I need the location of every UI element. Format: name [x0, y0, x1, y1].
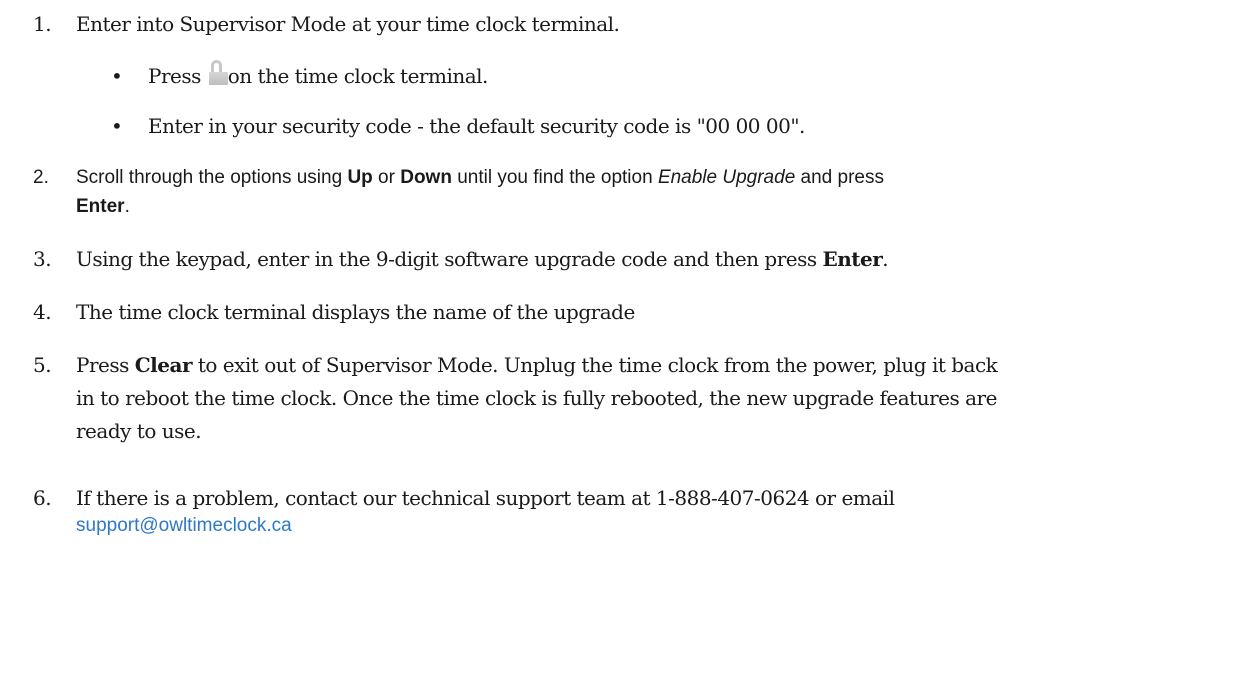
step-text: Scroll through the options using Up or D…: [76, 163, 1226, 221]
lock-icon: [208, 60, 228, 87]
step-text-part: Using the keypad, enter in the 9-digit s…: [76, 247, 823, 271]
step-text-part: Press: [76, 353, 135, 377]
step-text: Using the keypad, enter in the 9-digit s…: [76, 243, 1226, 276]
step-text: The time clock terminal displays the nam…: [76, 300, 635, 324]
step-text-part: to exit out of Supervisor Mode. Unplug t…: [192, 353, 998, 377]
bullet-text: Enter in your security code - the defaul…: [148, 114, 805, 138]
option-name: Enable Upgrade: [657, 167, 796, 188]
up-key-label: Up: [347, 167, 373, 188]
step-number: 5.: [33, 353, 52, 377]
bullet-text-after: on the time clock terminal.: [227, 64, 489, 88]
step-text-part: .: [124, 196, 130, 217]
support-email-link[interactable]: support@owltimeclock.ca: [76, 511, 1226, 540]
enter-key-label: Enter: [822, 247, 883, 271]
step-number: 1.: [33, 12, 52, 36]
bullet-text-before: Press: [148, 64, 207, 88]
bullet-marker: •: [111, 64, 123, 88]
instructions-document: 1. Enter into Supervisor Mode at your ti…: [0, 0, 1243, 694]
step-text: Enter into Supervisor Mode at your time …: [76, 12, 620, 36]
step-text-part: until you find the option: [451, 167, 658, 188]
step-text-part: .: [882, 247, 889, 271]
step-text-line: ready to use.: [76, 419, 202, 443]
bullet-text: Press on the time clock terminal.: [148, 60, 1198, 93]
step-number: 4.: [33, 300, 52, 324]
enter-key-label: Enter: [76, 196, 125, 217]
step-number: 6.: [33, 486, 52, 510]
step-text-part: Scroll through the options using: [76, 167, 348, 188]
step-text: Press Clear to exit out of Supervisor Mo…: [76, 349, 1226, 448]
clear-key-label: Clear: [134, 353, 193, 377]
step-text-part: and press: [795, 167, 884, 188]
down-key-label: Down: [400, 167, 452, 188]
step-text-part: or: [372, 167, 401, 188]
bullet-marker: •: [111, 114, 123, 138]
step-number: 3.: [33, 247, 52, 271]
step-number: 2.: [33, 167, 49, 188]
step-text-line: in to reboot the time clock. Once the ti…: [76, 386, 997, 410]
